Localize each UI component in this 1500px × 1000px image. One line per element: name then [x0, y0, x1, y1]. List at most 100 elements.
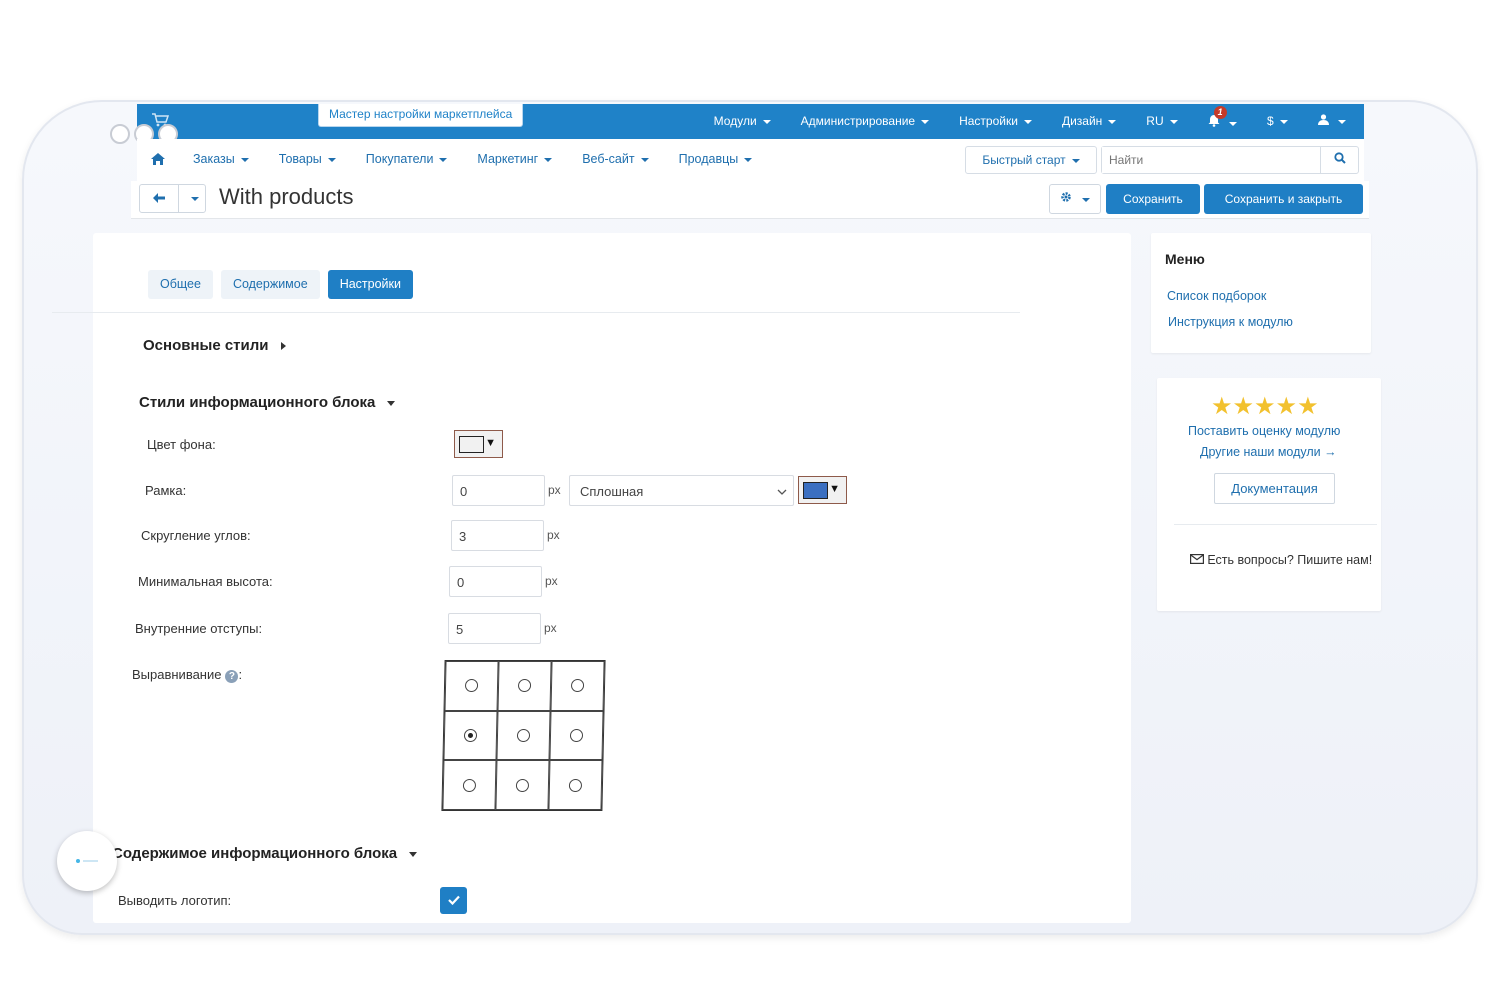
gear-icon[interactable]: [1049, 184, 1101, 214]
sidebar-menu-title: Меню: [1165, 251, 1205, 267]
section-info-block-styles[interactable]: Стили информационного блока: [139, 394, 395, 411]
save-button[interactable]: Сохранить: [1106, 184, 1200, 214]
align-bottom-left[interactable]: [442, 760, 497, 810]
rate-module-link[interactable]: Поставить оценку модулю: [1188, 424, 1340, 438]
top-nav: Модули Администрирование Настройки Дизай…: [684, 106, 1346, 130]
align-top-left[interactable]: [444, 661, 499, 711]
floating-widget-button[interactable]: [57, 831, 117, 891]
top-bar: Мастер настройки маркетплейса Модули Адм…: [137, 104, 1364, 139]
radio-button-selected[interactable]: [463, 728, 478, 742]
align-label: Выравнивание?:: [132, 667, 242, 683]
notifications-bell-icon[interactable]: 1: [1208, 106, 1237, 130]
currency-selector[interactable]: $: [1267, 114, 1288, 130]
nav-design[interactable]: Дизайн: [1062, 114, 1116, 130]
border-color-picker[interactable]: ▼: [798, 476, 847, 504]
sidebar-link-instructions[interactable]: Инструкция к модулю: [1168, 315, 1293, 329]
section-info-block-content[interactable]: Содержимое информационного блока: [112, 845, 417, 862]
tab-content[interactable]: Содержимое: [220, 270, 320, 299]
other-modules-link[interactable]: Другие наши модули →: [1200, 445, 1337, 459]
back-arrow-icon[interactable]: [139, 184, 179, 213]
radius-unit: px: [547, 528, 560, 542]
page-toolbar: With products Сохранить Сохранить и закр…: [131, 181, 1369, 219]
show-logo-label: Выводить логотип:: [118, 893, 232, 908]
nav-modules[interactable]: Модули: [714, 114, 771, 130]
tabs: Общее Содержимое Настройки: [148, 270, 421, 299]
widget-logo-icon: [76, 859, 98, 863]
bg-color-picker[interactable]: ▼: [454, 430, 503, 458]
radio-button[interactable]: [515, 778, 530, 792]
min-height-label: Минимальная высота:: [138, 574, 273, 589]
border-style-select[interactable]: Сплошная: [569, 475, 794, 506]
tabs-divider: [52, 312, 1020, 313]
mail-icon: [1189, 553, 1204, 567]
border-width-input[interactable]: 0: [452, 475, 545, 506]
show-logo-checkbox[interactable]: [440, 887, 467, 914]
nav-administration[interactable]: Администрирование: [801, 114, 929, 130]
chevron-down-icon: [777, 476, 787, 507]
sidebar-link-collections[interactable]: Список подборок: [1167, 289, 1266, 303]
align-label-colon: :: [238, 667, 243, 682]
search-icon[interactable]: [1320, 147, 1358, 173]
help-icon[interactable]: ?: [225, 670, 239, 683]
border-label: Рамка:: [145, 483, 187, 498]
dropdown-arrow-icon: ▼: [829, 483, 840, 495]
menu-vendors[interactable]: Продавцы: [679, 152, 753, 168]
menu-website[interactable]: Веб-сайт: [582, 152, 648, 168]
contact-text[interactable]: Есть вопросы? Пишите нам!: [1186, 550, 1376, 571]
page-title: With products: [219, 184, 354, 209]
nav-settings[interactable]: Настройки: [959, 114, 1032, 130]
bg-color-label: Цвет фона:: [147, 437, 216, 452]
menu-orders[interactable]: Заказы: [193, 152, 249, 168]
align-label-text: Выравнивание: [132, 667, 222, 682]
padding-label: Внутренние отступы:: [135, 621, 263, 636]
padding-input[interactable]: 5: [448, 613, 541, 644]
main-menu: Заказы Товары Покупатели Маркетинг Веб-с…: [151, 152, 782, 168]
radio-button[interactable]: [464, 679, 479, 693]
radio-button[interactable]: [462, 778, 477, 792]
tab-general[interactable]: Общее: [148, 270, 213, 299]
back-dropdown-button[interactable]: [178, 184, 206, 213]
alignment-grid: [441, 660, 606, 811]
window-dot: [110, 124, 130, 144]
user-menu-icon[interactable]: [1317, 114, 1346, 130]
radio-button[interactable]: [516, 728, 531, 742]
sidebar-divider: [1174, 524, 1377, 525]
align-middle-right[interactable]: [549, 710, 604, 761]
radius-input[interactable]: 3: [451, 520, 544, 551]
padding-unit: px: [544, 621, 557, 635]
menu-products[interactable]: Товары: [279, 152, 336, 168]
save-and-close-button[interactable]: Сохранить и закрыть: [1204, 184, 1363, 214]
home-icon[interactable]: [151, 152, 165, 168]
menu-marketing[interactable]: Маркетинг: [477, 152, 552, 168]
border-style-value: Сплошная: [580, 484, 644, 499]
notification-badge: 1: [1213, 106, 1227, 119]
radio-button[interactable]: [568, 778, 583, 792]
documentation-button[interactable]: Документация: [1214, 473, 1335, 504]
align-middle-left[interactable]: [443, 710, 498, 761]
quick-start-button[interactable]: Быстрый старт: [965, 146, 1097, 174]
align-bottom-center[interactable]: [495, 760, 550, 810]
language-selector[interactable]: RU: [1146, 114, 1177, 130]
align-top-right[interactable]: [550, 661, 605, 711]
search-box: [1101, 146, 1359, 174]
radius-label: Скругление углов:: [141, 528, 251, 543]
radio-button[interactable]: [570, 679, 585, 693]
border-color-preview: [803, 482, 828, 499]
align-top-center[interactable]: [497, 661, 552, 711]
menu-customers[interactable]: Покупатели: [366, 152, 448, 168]
align-bottom-right[interactable]: [548, 760, 603, 810]
bg-color-preview: [459, 436, 484, 453]
min-height-unit: px: [545, 574, 558, 588]
section-basic-styles[interactable]: Основные стили: [143, 337, 286, 354]
dropdown-arrow-icon: ▼: [485, 437, 496, 449]
marketplace-wizard-button[interactable]: Мастер настройки маркетплейса: [318, 104, 524, 127]
radio-button[interactable]: [517, 679, 532, 693]
contact-label: Есть вопросы? Пишите нам!: [1207, 553, 1373, 567]
search-input[interactable]: [1102, 147, 1320, 173]
border-unit: px: [548, 483, 561, 497]
min-height-input[interactable]: 0: [449, 566, 542, 597]
rating-stars-icon[interactable]: ★★★★★: [1211, 392, 1319, 421]
radio-button[interactable]: [569, 728, 584, 742]
tab-settings[interactable]: Настройки: [327, 270, 413, 299]
align-middle-center[interactable]: [496, 710, 551, 761]
